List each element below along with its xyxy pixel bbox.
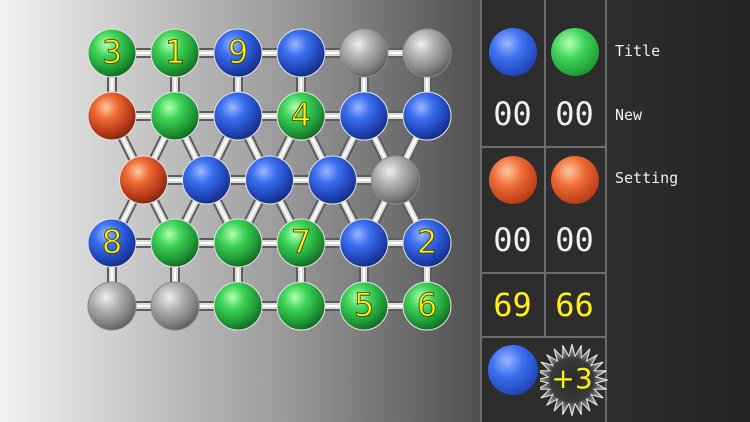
player2-count: 00 (555, 95, 594, 133)
ball-gray-shape[interactable] (339, 28, 389, 78)
ball-gray[interactable] (150, 281, 200, 331)
ball-blue-shape[interactable] (276, 28, 326, 78)
ball-blue-shape[interactable] (245, 155, 294, 205)
ball-blue[interactable]: 2 (402, 218, 452, 268)
ball-blue[interactable] (276, 28, 326, 78)
ball-number: 1 (165, 33, 185, 71)
ball-green-shape[interactable] (276, 281, 326, 331)
ball-gray-shape[interactable] (87, 281, 137, 331)
ball-blue[interactable] (402, 91, 452, 141)
ball-gray[interactable] (339, 28, 389, 78)
current-turn-ball (482, 342, 543, 398)
ball-number: 7 (291, 223, 311, 261)
ball-gray-shape[interactable] (371, 155, 420, 205)
ball-green[interactable]: 5 (339, 281, 389, 331)
ball-number: 3 (102, 33, 122, 71)
ball-number: 9 (228, 33, 248, 71)
player3-ball (482, 154, 543, 206)
ball-number: 4 (291, 96, 311, 134)
ball-green[interactable] (150, 91, 200, 141)
game-board[interactable]: 3 1 9 4 8 7 2 5 6 (0, 0, 480, 422)
ball-blue-shape[interactable] (339, 91, 389, 141)
ball-blue-shape[interactable] (213, 91, 263, 141)
ball-green-shape[interactable] (213, 281, 263, 331)
player4-ball (544, 154, 605, 206)
ball-gray[interactable] (402, 28, 452, 78)
player4-count: 00 (555, 221, 594, 259)
ball-green[interactable] (150, 218, 200, 268)
bonus-starburst: +3 (540, 343, 608, 417)
ball-blue-shape[interactable] (402, 91, 452, 141)
ball-blue[interactable] (308, 155, 357, 205)
player2-ball (544, 26, 605, 78)
ball-blue[interactable] (245, 155, 294, 205)
ball-green[interactable]: 3 (87, 28, 137, 78)
ball-green[interactable] (276, 281, 326, 331)
ball-number: 2 (417, 223, 437, 261)
ball-orange-shape[interactable] (119, 155, 168, 205)
ball-number: 8 (102, 223, 122, 261)
menu-title[interactable]: Title (615, 42, 660, 60)
ball-gray-shape[interactable] (402, 28, 452, 78)
ball-blue-shape[interactable] (308, 155, 357, 205)
ball-orange-shape[interactable] (87, 91, 137, 141)
bonus-label: +3 (551, 362, 592, 395)
ball-green-shape[interactable] (150, 91, 200, 141)
ball-number: 6 (417, 286, 437, 324)
ball-blue[interactable] (339, 218, 389, 268)
ball-green[interactable]: 6 (402, 281, 452, 331)
ball-green[interactable] (213, 281, 263, 331)
ball-blue[interactable] (213, 91, 263, 141)
ball-gray-shape[interactable] (150, 281, 200, 331)
ball-blue-shape[interactable] (339, 218, 389, 268)
ball-green-shape[interactable] (213, 218, 263, 268)
total-right: 66 (555, 286, 594, 324)
total-left: 69 (493, 286, 532, 324)
ball-green[interactable]: 1 (150, 28, 200, 78)
ball-blue[interactable] (182, 155, 231, 205)
menu-new[interactable]: New (615, 106, 642, 124)
ball-green[interactable] (213, 218, 263, 268)
player3-count: 00 (493, 221, 532, 259)
player1-ball (482, 26, 543, 78)
panel-divider (482, 336, 605, 338)
player1-count: 00 (493, 95, 532, 133)
ball-number: 5 (354, 286, 374, 324)
ball-green[interactable]: 4 (276, 91, 326, 141)
board-balls[interactable]: 3 1 9 4 8 7 2 5 6 (87, 28, 452, 331)
ball-green[interactable]: 7 (276, 218, 326, 268)
ball-blue-shape[interactable] (182, 155, 231, 205)
ball-blue[interactable] (339, 91, 389, 141)
panel-divider (482, 272, 605, 274)
ball-gray[interactable] (87, 281, 137, 331)
panel-divider (482, 146, 605, 148)
ball-blue[interactable]: 9 (213, 28, 263, 78)
menu-setting[interactable]: Setting (615, 169, 678, 187)
ball-orange[interactable] (119, 155, 168, 205)
ball-green-shape[interactable] (150, 218, 200, 268)
ball-gray[interactable] (371, 155, 420, 205)
ball-blue[interactable]: 8 (87, 218, 137, 268)
ball-orange[interactable] (87, 91, 137, 141)
